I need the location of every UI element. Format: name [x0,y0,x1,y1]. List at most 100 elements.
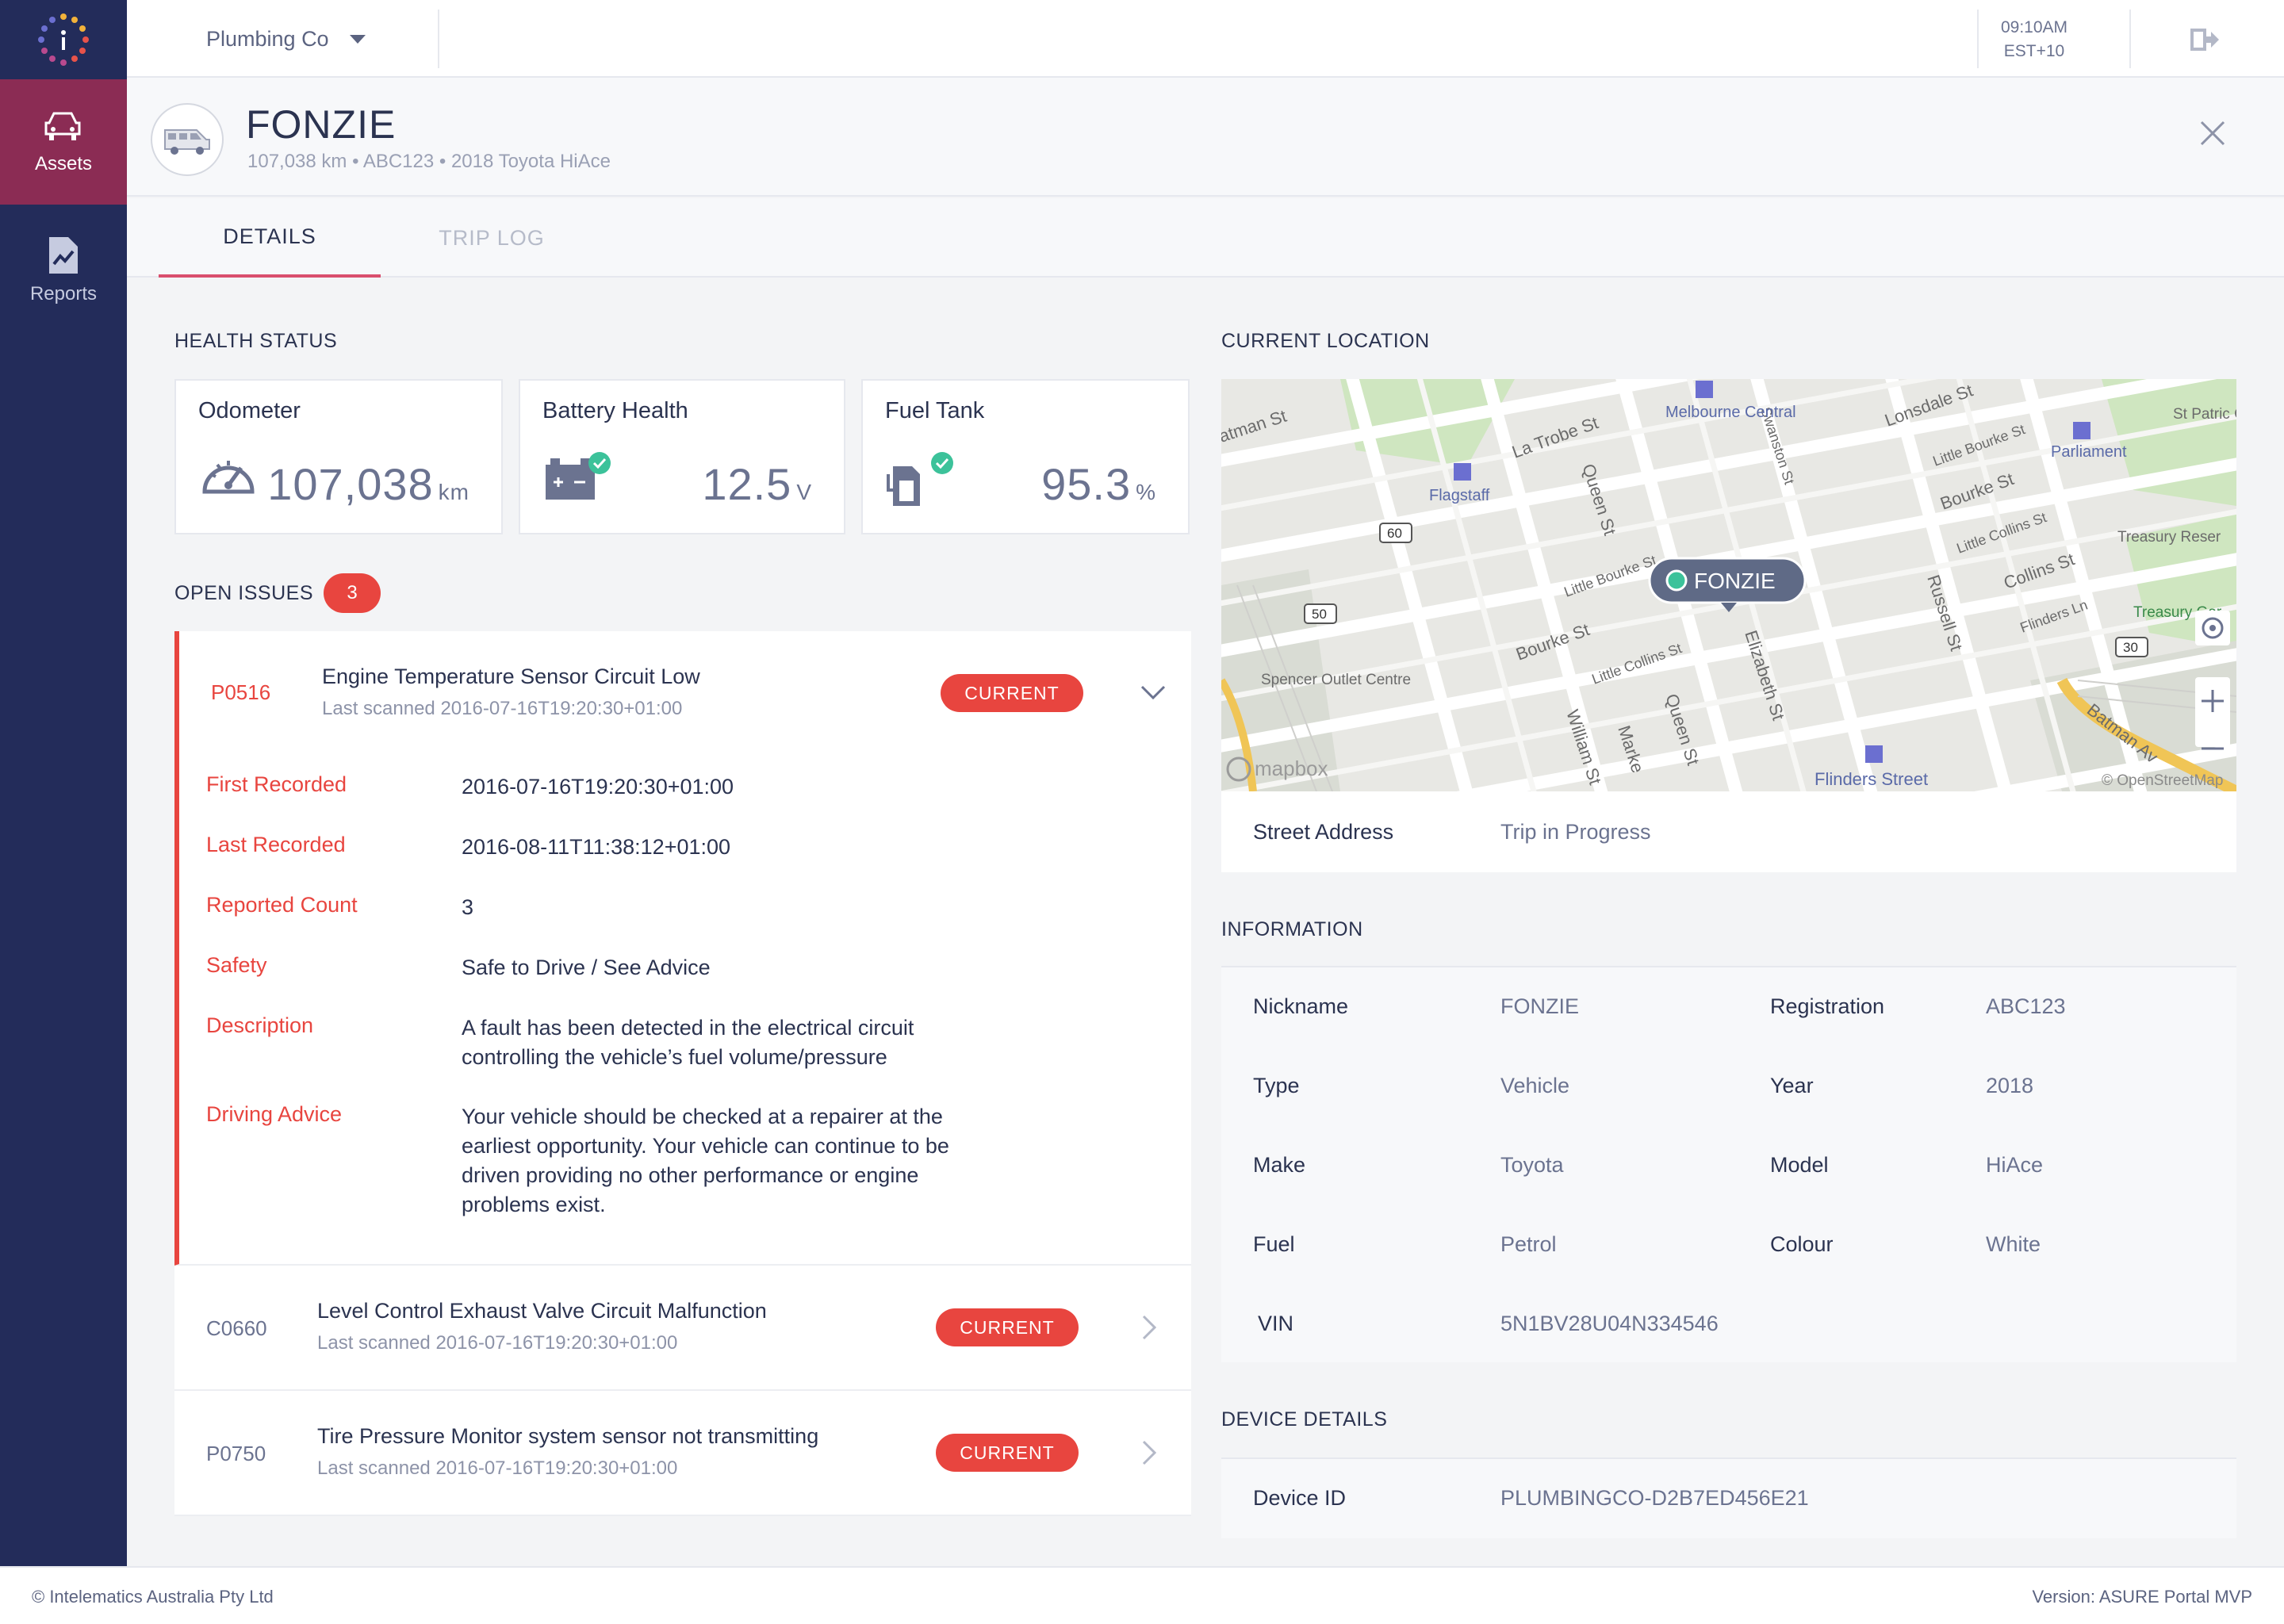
location-map[interactable]: atman St La Trobe St Lonsdale St Little … [1221,379,2236,791]
close-icon[interactable] [2189,109,2236,157]
footer: © Intelematics Australia Pty Ltd Version… [0,1566,2284,1624]
device-details-panel: Device ID PLUMBINGCO-D2B7ED456E21 [1221,1457,2236,1538]
divider [2129,10,2131,68]
report-icon [49,237,78,274]
chevron-right-icon[interactable] [1132,1312,1164,1343]
card-label: Battery Health [542,398,688,423]
detail-value: 2016-08-11T11:38:12+01:00 [462,835,731,859]
info-value: ABC123 [1986,994,2066,1018]
info-value: Petrol [1500,1232,1557,1256]
company-selector[interactable]: Plumbing Co [206,0,366,78]
issue-scanned: Last scanned 2016-07-16T19:20:30+01:00 [317,1332,678,1354]
street-address-row: Street Address Trip in Progress [1221,791,2236,872]
tab-trip-log[interactable]: TRIP LOG [381,198,603,278]
info-key: Colour [1770,1232,1834,1256]
map-place-label: Flagstaff [1429,487,1490,504]
information-title: INFORMATION [1221,918,1363,940]
logout-icon[interactable] [2189,24,2221,56]
info-key: Model [1770,1153,1829,1177]
info-key: Registration [1770,994,1885,1018]
sidebar-item-reports[interactable]: Reports [0,208,127,333]
detail-key: Description [206,1013,314,1037]
status-badge: CURRENT [936,1434,1079,1472]
current-time: 09:10AM [2000,18,2068,36]
info-value: Toyota [1500,1153,1564,1177]
logo-icon [38,13,89,66]
chevron-down-icon [349,34,366,44]
detail-value: A fault has been detected in the electri… [462,1016,914,1069]
map-controls [2195,611,2230,750]
issue-scanned: Last scanned 2016-07-16T19:20:30+01:00 [317,1457,678,1479]
info-value: White [1986,1232,2041,1256]
device-key: Device ID [1253,1486,1347,1510]
fuel-pump-icon [887,452,953,506]
detail-value: 2016-07-16T19:20:30+01:00 [462,775,734,799]
map-street-label: Flinders Street [1815,769,1928,789]
map-canvas[interactable]: atman St La Trobe St Lonsdale St Little … [1221,379,2236,791]
detail-key: Reported Count [206,893,358,917]
sidebar-item-assets[interactable]: Assets [0,79,127,205]
map-place-label: Treasury Reser [2117,529,2221,546]
detail-key: Driving Advice [206,1102,343,1126]
address-value: Trip in Progress [1500,820,1651,844]
address-key: Street Address [1253,820,1394,844]
van-icon [164,129,210,155]
value-unit: V [796,480,812,504]
battery-value: 12.5 V [702,458,812,510]
status-badge: CURRENT [936,1308,1079,1346]
detail-value: Your vehicle should be checked at a repa… [462,1105,949,1216]
map-place-label: Melbourne Central [1665,404,1796,421]
mapbox-logo: mapbox [1255,756,1328,780]
map-route-label: 30 [2123,640,2138,655]
clock: 09:10AM EST+10 [1979,16,2090,63]
battery-icon [546,452,611,500]
chevron-right-icon[interactable] [1132,1437,1164,1469]
divider [438,10,439,68]
fuel-value: 95.3% [1041,458,1156,510]
issue-title: Level Control Exhaust Valve Circuit Malf… [317,1299,767,1323]
device-details-title: DEVICE DETAILS [1221,1408,1388,1431]
issue-item[interactable]: P0750 Tire Pressure Monitor system senso… [174,1391,1191,1516]
map-route-label: 50 [1312,607,1327,622]
battery-card: Battery Health 12.5 V [519,379,845,534]
vehicle-avatar [151,103,224,176]
map-place-label: Parliament [2051,443,2127,461]
issue-code: P0750 [206,1442,266,1465]
issue-item[interactable]: C0660 Level Control Exhaust Valve Circui… [174,1266,1191,1391]
map-place-label: St Patric Cathed [2173,406,2236,423]
odometer-value: 107,038 km [267,458,469,510]
information-panel: Nickname FONZIE Registration ABC123 Type… [1221,966,2236,1362]
value-number: 12.5 [702,459,792,509]
info-key: Make [1253,1153,1306,1177]
map-place-label: Spencer Outlet Centre [1261,672,1411,688]
issue-item[interactable]: P0516 Engine Temperature Sensor Circuit … [174,631,1191,1266]
issue-code: P0516 [211,680,271,704]
detail-key: First Recorded [206,772,347,796]
map-attribution[interactable]: © OpenStreetMap [2102,772,2223,789]
chevron-down-icon[interactable] [1137,677,1169,709]
detail-value: Safe to Drive / See Advice [462,956,711,979]
tab-bar: DETAILS TRIP LOG [127,198,2284,278]
issues-count-badge: 3 [324,573,381,613]
info-key: Nickname [1253,994,1349,1018]
speedometer-icon [202,461,255,494]
value-unit: % [1136,480,1156,504]
info-value: 5N1BV28U04N334546 [1500,1312,1719,1335]
info-value: 2018 [1986,1074,2034,1097]
info-value: Vehicle [1500,1074,1570,1097]
sidebar-item-label: Reports [29,283,98,304]
tab-details[interactable]: DETAILS [159,198,381,278]
map-route-label: 60 [1387,526,1402,541]
sidebar: Assets Reports [0,0,127,1566]
issue-title: Tire Pressure Monitor system sensor not … [317,1424,819,1448]
info-key: Type [1253,1074,1300,1097]
info-value: HiAce [1986,1153,2044,1177]
info-key: Year [1770,1074,1814,1097]
sidebar-item-label: Assets [34,153,93,174]
copyright: © Intelematics Australia Pty Ltd [32,1587,274,1607]
issue-scanned: Last scanned 2016-07-16T19:20:30+01:00 [322,698,683,719]
info-key: Fuel [1253,1232,1295,1256]
app-logo[interactable] [0,0,127,79]
detail-key: Safety [206,953,267,977]
open-issues-title: OPEN ISSUES [174,582,313,604]
